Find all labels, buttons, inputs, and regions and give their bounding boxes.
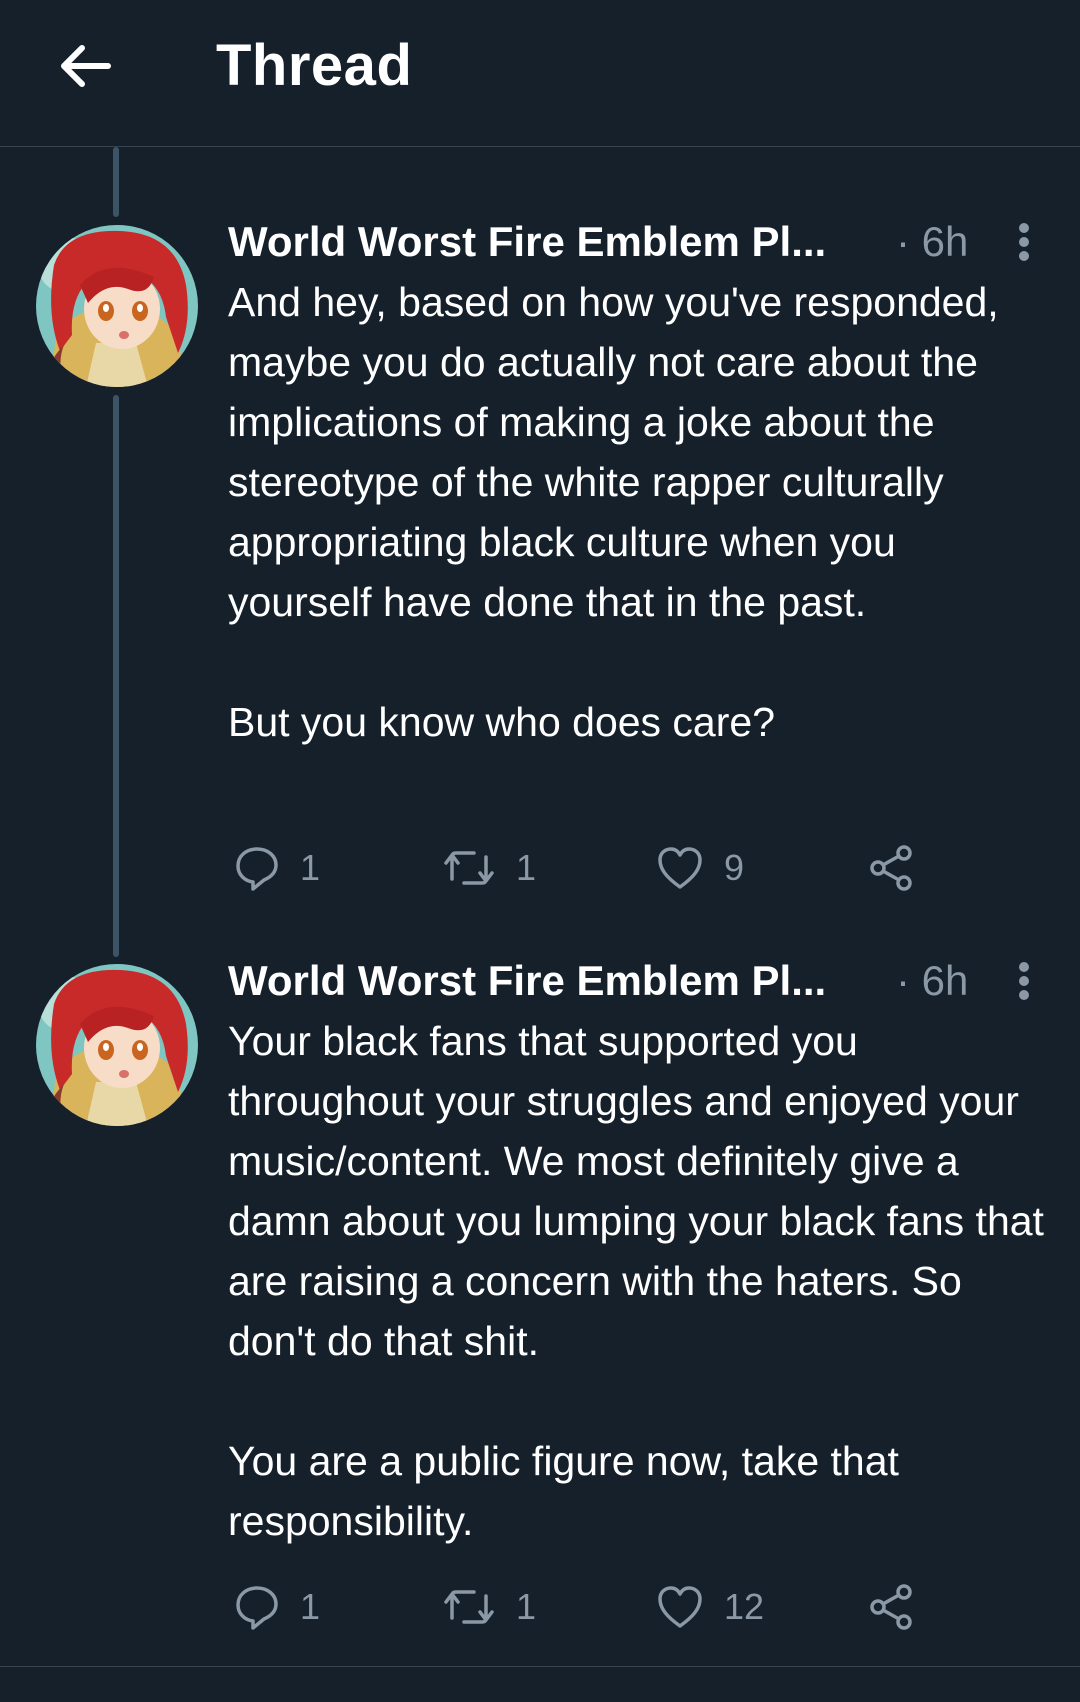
like-button[interactable]: 9 — [656, 838, 744, 898]
like-button[interactable]: 12 — [656, 1577, 764, 1637]
thread-connector-line — [113, 395, 119, 957]
tweet-header: World Worst Fire Emblem Pl... · 6h — [228, 212, 1048, 272]
bottom-divider — [0, 1666, 1080, 1667]
retweet-count: 1 — [516, 1586, 537, 1627]
like-count: 12 — [724, 1586, 765, 1627]
more-options-button[interactable] — [1004, 955, 1044, 1007]
reply-button[interactable]: 1 — [234, 838, 320, 898]
author-name[interactable]: World Worst Fire Emblem Pl... — [228, 212, 826, 272]
reply-bubble-icon — [236, 847, 278, 891]
back-button[interactable] — [44, 30, 124, 102]
more-options-button[interactable] — [1004, 216, 1044, 268]
retweet-icon — [444, 1590, 494, 1624]
tweet-paragraph: But you know who does care? — [228, 699, 775, 745]
heart-icon — [658, 847, 702, 889]
page-title: Thread — [216, 33, 413, 98]
share-icon — [870, 1584, 912, 1630]
like-count: 9 — [724, 847, 745, 888]
top-bar: Thread — [0, 0, 1080, 147]
author-name[interactable]: World Worst Fire Emblem Pl... — [228, 951, 826, 1011]
tweet-paragraph: Your black fans that supported you throu… — [228, 1018, 1044, 1364]
tweet-text: And hey, based on how you've responded, … — [228, 272, 1048, 752]
heart-icon — [658, 1586, 702, 1628]
thread-connector-line — [113, 147, 119, 217]
more-vertical-icon — [1019, 223, 1029, 261]
retweet-count: 1 — [516, 847, 537, 888]
tweet-paragraph: You are a public figure now, take that r… — [228, 1438, 899, 1544]
retweet-button[interactable]: 1 — [442, 1577, 536, 1637]
retweet-icon — [444, 851, 494, 885]
share-button[interactable] — [868, 1577, 916, 1637]
retweet-button[interactable]: 1 — [442, 838, 536, 898]
reply-bubble-icon — [236, 1586, 278, 1630]
arrow-left-icon — [61, 45, 111, 87]
tweet-timestamp[interactable]: · 6h — [896, 212, 968, 272]
avatar[interactable] — [36, 964, 198, 1126]
tweet-paragraph: And hey, based on how you've responded, … — [228, 279, 999, 625]
reply-count: 1 — [300, 1586, 321, 1627]
reply-button[interactable]: 1 — [234, 1577, 320, 1637]
share-button[interactable] — [868, 838, 916, 898]
tweet-text: Your black fans that supported you throu… — [228, 1011, 1048, 1551]
avatar[interactable] — [36, 225, 198, 387]
share-icon — [870, 845, 912, 891]
tweet-actions: 1 1 12 — [228, 1577, 1048, 1637]
tweet-header: World Worst Fire Emblem Pl... · 6h — [228, 951, 1048, 1011]
avatar-image — [36, 964, 198, 1126]
avatar-image — [36, 225, 198, 387]
more-vertical-icon — [1019, 962, 1029, 1000]
reply-count: 1 — [300, 847, 321, 888]
tweet-timestamp[interactable]: · 6h — [896, 951, 968, 1011]
tweet-actions: 1 1 9 — [228, 838, 1048, 898]
